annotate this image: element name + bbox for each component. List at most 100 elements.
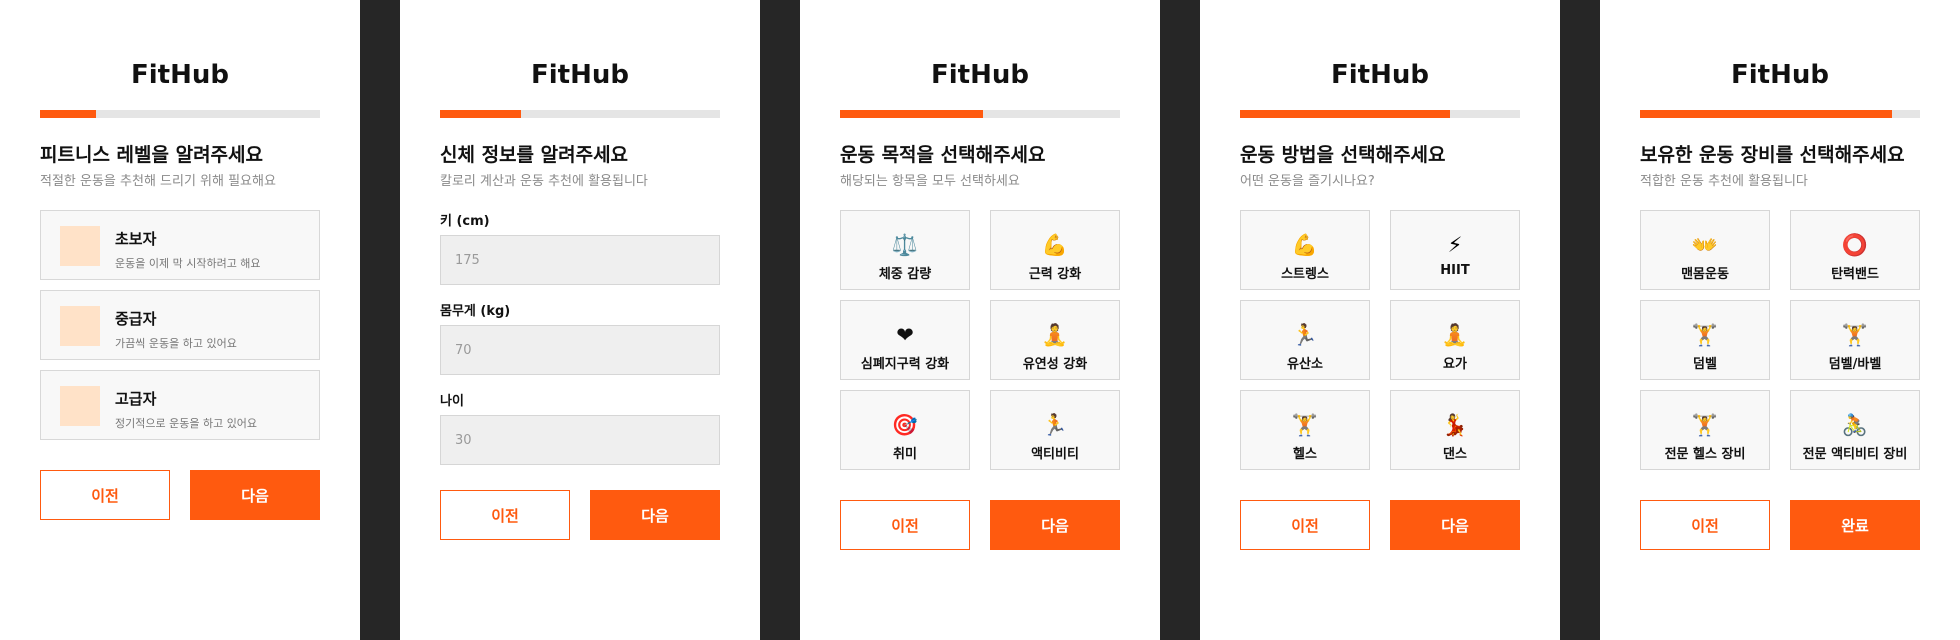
app-logo: FitHub (131, 60, 229, 90)
option-weight-loss[interactable]: ⚖️ 체중 감량 (840, 210, 970, 290)
height-label: 키 (cm) (440, 214, 490, 229)
page-subtitle: 적합한 운동 추천에 활용됩니다 (1640, 174, 1808, 189)
circle-icon: ⭕ (1841, 233, 1869, 257)
option-label: 탄력밴드 (1831, 267, 1879, 282)
next-button[interactable]: 다음 (990, 500, 1120, 550)
option-strength[interactable]: 💪 근력 강화 (990, 210, 1120, 290)
option-label: 유연성 강화 (1022, 357, 1088, 372)
option-cardio-endurance[interactable]: ❤ 심폐지구력 강화 (840, 300, 970, 380)
height-input[interactable] (440, 235, 720, 285)
level-card-beginner[interactable]: 초보자 운동을 이제 막 시작하려고 해요 (40, 210, 320, 280)
page-title: 피트니스 레벨을 알려주세요 (40, 144, 263, 166)
progress-bar (840, 110, 1120, 118)
next-button[interactable]: 다음 (590, 490, 720, 540)
progress-fill (1240, 110, 1450, 118)
next-button[interactable]: 다음 (190, 470, 320, 520)
flexed-biceps-icon: 💪 (1041, 233, 1069, 257)
option-gym-equipment[interactable]: 🏋️ 전문 헬스 장비 (1640, 390, 1770, 470)
target-icon: 🎯 (891, 413, 919, 437)
screen-body-info: FitHub 신체 정보를 알려주세요 칼로리 계산과 운동 추천에 활용됩니다… (400, 0, 760, 640)
option-flexibility[interactable]: 🧘 유연성 강화 (990, 300, 1120, 380)
option-aerobic[interactable]: 🏃 유산소 (1240, 300, 1370, 380)
progress-fill (440, 110, 522, 118)
option-strength[interactable]: 💪 스트렝스 (1240, 210, 1370, 290)
screen-exercise-goals: FitHub 운동 목적을 선택해주세요 해당되는 항목을 모두 선택하세요 ⚖… (800, 0, 1160, 640)
page-title: 신체 정보를 알려주세요 (440, 144, 629, 166)
level-description: 가끔씩 운동을 하고 있어요 (115, 337, 237, 350)
level-name: 초보자 (115, 230, 157, 248)
progress-bar (1640, 110, 1920, 118)
option-gym[interactable]: 🏋️ 헬스 (1240, 390, 1370, 470)
progress-bar (440, 110, 720, 118)
level-card-intermediate[interactable]: 중급자 가끔씩 운동을 하고 있어요 (40, 290, 320, 360)
prev-button[interactable]: 이전 (440, 490, 570, 540)
option-hiit[interactable]: ⚡ HIIT (1390, 210, 1520, 290)
option-label: 취미 (893, 447, 917, 462)
weightlifter-icon: 🏋️ (1841, 323, 1869, 347)
level-thumbnail (60, 306, 100, 346)
age-label: 나이 (440, 394, 464, 409)
prev-button[interactable]: 이전 (40, 470, 170, 520)
open-hands-icon: 👐 (1691, 233, 1719, 257)
app-logo: FitHub (1331, 60, 1429, 90)
level-name: 고급자 (115, 390, 157, 408)
option-dance[interactable]: 💃 댄스 (1390, 390, 1520, 470)
option-bodyweight[interactable]: 👐 맨몸운동 (1640, 210, 1770, 290)
flexed-biceps-icon: 💪 (1291, 233, 1319, 257)
progress-fill (840, 110, 983, 118)
page-subtitle: 칼로리 계산과 운동 추천에 활용됩니다 (440, 174, 648, 189)
level-thumbnail (60, 386, 100, 426)
meditation-icon: 🧘 (1441, 323, 1469, 347)
option-label: HIIT (1440, 263, 1470, 278)
cyclist-icon: 🚴 (1841, 413, 1869, 437)
heart-icon: ❤ (896, 323, 914, 347)
page-subtitle: 적절한 운동을 추천해 드리기 위해 필요해요 (40, 174, 276, 189)
prev-button[interactable]: 이전 (1240, 500, 1370, 550)
progress-bar (40, 110, 320, 118)
complete-button[interactable]: 완료 (1790, 500, 1920, 550)
option-label: 덤벨/바벨 (1828, 357, 1882, 372)
prev-button[interactable]: 이전 (1640, 500, 1770, 550)
option-label: 요가 (1443, 357, 1467, 372)
option-dumbbell-barbell[interactable]: 🏋️ 덤벨/바벨 (1790, 300, 1920, 380)
option-resistance-band[interactable]: ⭕ 탄력밴드 (1790, 210, 1920, 290)
running-icon: 🏃 (1041, 413, 1069, 437)
meditation-icon: 🧘 (1041, 323, 1069, 347)
age-input[interactable] (440, 415, 720, 465)
progress-fill (1640, 110, 1892, 118)
weight-label: 몸무게 (kg) (440, 304, 511, 319)
weightlifter-icon: 🏋️ (1291, 413, 1319, 437)
progress-fill (40, 110, 96, 118)
option-label: 스트렝스 (1281, 267, 1329, 282)
option-label: 심폐지구력 강화 (860, 357, 950, 372)
screen-exercise-methods: FitHub 운동 방법을 선택해주세요 어떤 운동을 즐기시나요? 💪 스트렝… (1200, 0, 1560, 640)
option-label: 전문 헬스 장비 (1664, 447, 1746, 462)
level-card-advanced[interactable]: 고급자 정기적으로 운동을 하고 있어요 (40, 370, 320, 440)
option-label: 액티비티 (1031, 447, 1079, 462)
option-hobby[interactable]: 🎯 취미 (840, 390, 970, 470)
option-label: 맨몸운동 (1681, 267, 1729, 282)
option-label: 체중 감량 (878, 267, 932, 282)
weight-input[interactable] (440, 325, 720, 375)
page-subtitle: 해당되는 항목을 모두 선택하세요 (840, 174, 1020, 189)
screen-fitness-level: FitHub 피트니스 레벨을 알려주세요 적절한 운동을 추천해 드리기 위해… (0, 0, 360, 640)
level-name: 중급자 (115, 310, 157, 328)
option-label: 전문 액티비티 장비 (1802, 447, 1908, 462)
app-logo: FitHub (931, 60, 1029, 90)
lightning-icon: ⚡ (1447, 233, 1463, 257)
option-activity-equipment[interactable]: 🚴 전문 액티비티 장비 (1790, 390, 1920, 470)
option-activity[interactable]: 🏃 액티비티 (990, 390, 1120, 470)
running-icon: 🏃 (1291, 323, 1319, 347)
next-button[interactable]: 다음 (1390, 500, 1520, 550)
prev-button[interactable]: 이전 (840, 500, 970, 550)
page-title: 운동 방법을 선택해주세요 (1240, 144, 1446, 166)
page-subtitle: 어떤 운동을 즐기시나요? (1240, 174, 1375, 189)
option-label: 댄스 (1443, 447, 1467, 462)
option-yoga[interactable]: 🧘 요가 (1390, 300, 1520, 380)
level-description: 운동을 이제 막 시작하려고 해요 (115, 257, 261, 270)
scale-icon: ⚖️ (891, 233, 919, 257)
weightlifter-icon: 🏋️ (1691, 413, 1719, 437)
screen-equipment: FitHub 보유한 운동 장비를 선택해주세요 적합한 운동 추천에 활용됩니… (1600, 0, 1960, 640)
option-dumbbell[interactable]: 🏋️ 덤벨 (1640, 300, 1770, 380)
weightlifter-icon: 🏋️ (1691, 323, 1719, 347)
